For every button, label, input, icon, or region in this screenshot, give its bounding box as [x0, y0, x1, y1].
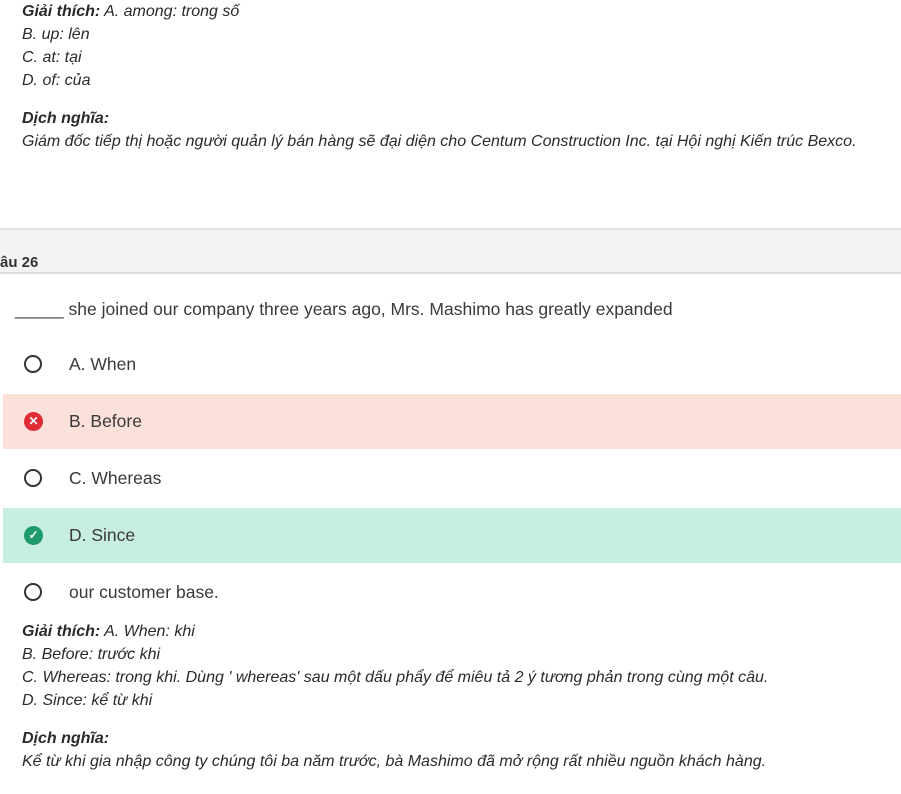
explanation-heading: Giải thích: — [22, 3, 101, 20]
explanation: Giải thích: A. When: khi B. Before: trướ… — [22, 620, 768, 773]
translation-text: Kể từ khi gia nhập công ty chúng tôi ba … — [22, 753, 767, 770]
option-a[interactable]: A. When — [3, 337, 901, 392]
option-label: A. When — [69, 354, 137, 374]
explanation-line: Giải thích: A. among: trong số — [22, 0, 857, 23]
x-circle-icon: ✕ — [24, 412, 43, 431]
explanation-line: B. Before: trước khi — [22, 646, 161, 663]
explanation-line: C. at: tại — [22, 49, 82, 66]
option-label: D. Since — [69, 525, 136, 545]
explanation-line: D. Since: kể từ khi — [22, 692, 153, 709]
question-number: âu 26 — [0, 254, 39, 271]
explanation-text: A. When: khi — [100, 623, 195, 640]
check-circle-icon: ✓ — [24, 526, 43, 545]
explanation-line: B. up: lên — [22, 26, 90, 43]
explanation-line: D. of: của — [22, 72, 91, 89]
translation-heading: Dịch nghĩa: — [22, 110, 110, 127]
option-label: C. Whereas — [69, 468, 162, 488]
explanation-line: C. Whereas: trong khi. Dùng ' whereas' s… — [22, 669, 769, 686]
option-e[interactable]: our customer base. — [3, 565, 901, 620]
option-label: our customer base. — [69, 582, 219, 602]
previous-explanation: Giải thích: A. among: trong số B. up: lê… — [22, 0, 857, 153]
option-label: B. Before — [69, 411, 142, 431]
explanation-line: Giải thích: A. When: khi — [22, 620, 768, 643]
explanation-heading: Giải thích: — [22, 623, 101, 640]
radio-empty-icon[interactable] — [24, 583, 42, 601]
question-stem: _____ she joined our company three years… — [15, 299, 673, 319]
radio-empty-icon[interactable] — [24, 469, 42, 487]
translation-heading: Dịch nghĩa: — [22, 730, 110, 747]
option-d[interactable]: ✓ D. Since — [3, 508, 901, 563]
option-b[interactable]: ✕ B. Before — [3, 394, 901, 449]
option-c[interactable]: C. Whereas — [3, 451, 901, 506]
radio-empty-icon[interactable] — [24, 355, 42, 373]
question-header: âu 26 — [0, 228, 901, 274]
translation-text: Giám đốc tiếp thị hoặc người quản lý bán… — [22, 133, 857, 150]
explanation-text: A. among: trong số — [100, 3, 240, 20]
